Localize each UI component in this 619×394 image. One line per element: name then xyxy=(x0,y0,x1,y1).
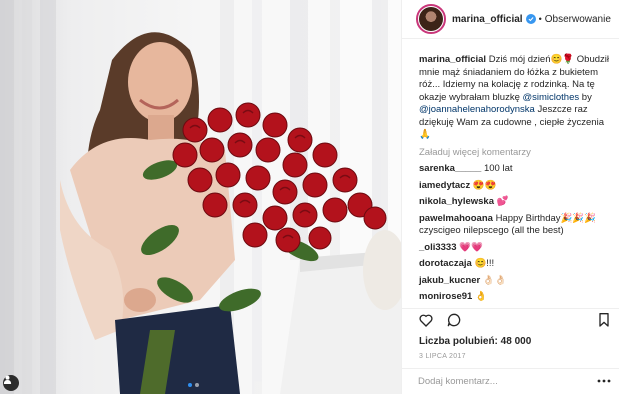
comment-text: 😊!!! xyxy=(474,258,495,269)
comment-icon xyxy=(447,313,461,327)
comment-item: dorotaczaja 😊!!! xyxy=(419,258,609,271)
avatar[interactable] xyxy=(416,4,446,34)
more-options-button[interactable] xyxy=(597,376,611,387)
add-comment-bar xyxy=(402,368,619,394)
post-side-panel: marina_official • Obserwowanie marina_of… xyxy=(401,0,619,394)
post-caption: marina_official Dziś mój dzień😊🌹 Obudził… xyxy=(419,54,609,142)
save-button[interactable] xyxy=(597,312,611,331)
comment-username[interactable]: _oli3333 xyxy=(419,242,457,253)
heart-icon xyxy=(419,314,433,327)
following-button[interactable]: Obserwowanie xyxy=(545,14,611,25)
comment-button[interactable] xyxy=(446,312,462,331)
comment-item: iamedytacz 😍😍 xyxy=(419,180,609,193)
bookmark-icon xyxy=(599,313,609,327)
comment-text: 💗💗 xyxy=(459,241,483,253)
comment-username[interactable]: monirose91 xyxy=(419,291,472,302)
comment-username[interactable]: nikola_hylewska xyxy=(419,196,494,207)
comment-username[interactable]: dorotaczaja xyxy=(419,258,472,269)
comment-text: 👌🏻👌🏻 xyxy=(482,274,507,286)
carousel-indicator xyxy=(188,383,199,387)
comment-username[interactable]: jakub_kucner xyxy=(419,275,480,286)
post-photo[interactable] xyxy=(0,0,401,394)
caption-username[interactable]: marina_official xyxy=(419,54,486,65)
comment-item: jakub_kucner 👌🏻👌🏻 xyxy=(419,275,609,288)
comment-item: nikola_hylewska 💕 xyxy=(419,196,609,209)
carousel-dot xyxy=(195,383,199,387)
comment-username[interactable]: iamedytacz xyxy=(419,180,470,191)
like-button[interactable] xyxy=(418,312,434,331)
user-tag-icon xyxy=(3,375,12,384)
likes-count[interactable]: Liczba polubień: 48 000 xyxy=(402,334,619,350)
post-header: marina_official • Obserwowanie xyxy=(402,0,619,39)
load-more-comments-link[interactable]: Załaduj więcej komentarzy xyxy=(419,147,609,160)
carousel-dot-active xyxy=(188,383,192,387)
post-date: 3 LIPCA 2017 xyxy=(419,353,466,360)
post-actions-bar xyxy=(402,308,619,334)
comment-username[interactable]: pawelmahooana xyxy=(419,213,493,224)
comment-text: 100 lat xyxy=(483,163,513,174)
comment-text: 💕 xyxy=(496,196,509,207)
more-options-icon xyxy=(597,379,611,383)
instagram-post: marina_official • Obserwowanie marina_of… xyxy=(0,0,619,394)
comments-list[interactable]: marina_official Dziś mój dzień😊🌹 Obudził… xyxy=(402,39,619,308)
photo-illustration xyxy=(0,0,401,394)
caption-mention-1[interactable]: @simiclothes xyxy=(523,92,580,103)
verified-icon xyxy=(525,14,536,24)
user-tag-button[interactable] xyxy=(3,375,19,391)
comment-item: sarenka_____ 100 lat xyxy=(419,163,609,176)
caption-mention-2[interactable]: @joannahelenahorodynska xyxy=(419,104,535,115)
caption-text-2: by xyxy=(579,91,592,103)
add-comment-input[interactable] xyxy=(418,376,597,387)
comment-username[interactable]: sarenka_____ xyxy=(419,163,481,174)
comment-text: 👌 xyxy=(474,291,487,302)
comment-text: 😍😍 xyxy=(472,179,497,191)
comment-item: monirose91 👌 xyxy=(419,291,609,304)
comment-item: pawelmahooana Happy Birthday🎉🎉🎉 czyscige… xyxy=(419,213,609,238)
comment-item: _oli3333 💗💗 xyxy=(419,242,609,255)
header-username[interactable]: marina_official xyxy=(452,14,523,25)
header-separator: • xyxy=(538,14,542,24)
